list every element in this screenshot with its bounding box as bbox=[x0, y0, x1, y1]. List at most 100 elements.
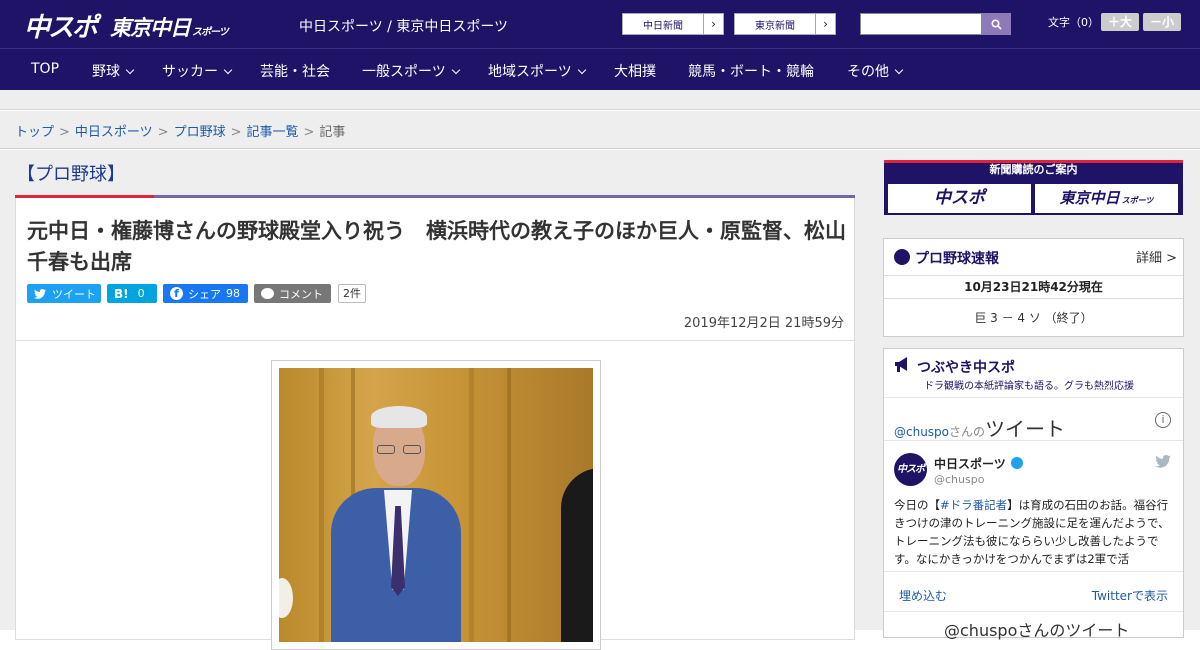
tweets-handle-link: @chuspo bbox=[894, 425, 950, 439]
info-icon[interactable]: i bbox=[1155, 412, 1171, 428]
breadcrumb-sep: > bbox=[230, 125, 242, 140]
subscription-banner[interactable]: 新聞購読のご案内 中スポ 東京中日 スポーツ bbox=[884, 160, 1183, 215]
nav-racing[interactable]: 競馬・ボート・競輪 bbox=[688, 61, 814, 81]
search-icon bbox=[991, 18, 1002, 30]
facebook-share-button[interactable]: f シェア 98 bbox=[163, 284, 248, 303]
main-nav: TOP 野球 サッカー 芸能・社会 一般スポーツ 地域スポーツ 大相撲 競馬・ボ… bbox=[0, 48, 1200, 90]
breadcrumb-chunichi-sports[interactable]: 中日スポーツ bbox=[75, 125, 153, 140]
breadcrumb-sep: > bbox=[157, 125, 169, 140]
tokyo-chunichi-logo-small: スポーツ bbox=[192, 27, 229, 38]
font-large-button[interactable]: ＋大 bbox=[1101, 13, 1139, 31]
subscribe-tokyo-chunichi-label: 東京中日 bbox=[1059, 189, 1120, 207]
breadcrumb-pro-baseball[interactable]: プロ野球 bbox=[174, 125, 226, 140]
hatena-button[interactable]: B! 0 bbox=[107, 284, 157, 303]
nav-other[interactable]: その他 bbox=[847, 61, 904, 81]
comment-button[interactable]: コメント bbox=[254, 284, 331, 303]
subscribe-tokyo-chunichi-small: スポーツ bbox=[1121, 196, 1154, 205]
tweet-text-pre: 今日の【 bbox=[894, 498, 940, 512]
comment-count-badge: 2件 bbox=[338, 284, 366, 303]
subscribe-chuspo-button[interactable]: 中スポ bbox=[888, 184, 1031, 213]
subscription-title: 新聞購読のご案内 bbox=[989, 163, 1078, 176]
nav-baseball[interactable]: 野球 bbox=[92, 61, 135, 81]
megaphone-icon bbox=[895, 357, 907, 372]
article-category: 【プロ野球】 bbox=[17, 164, 125, 185]
article-date: 2019年12月2日 21時59分 bbox=[683, 316, 844, 331]
chevron-down-icon bbox=[125, 65, 135, 75]
account-name-text: 中日スポーツ bbox=[934, 457, 1006, 471]
embed-link[interactable]: 埋め込む bbox=[899, 587, 947, 604]
tokyo-chunichi-logo[interactable]: 東京中日 スポーツ bbox=[110, 12, 229, 42]
ad-strip bbox=[0, 90, 1200, 110]
nav-local-sports[interactable]: 地域スポーツ bbox=[488, 61, 586, 81]
breadcrumb-sep: > bbox=[59, 125, 70, 140]
tsubuyaki-subtitle: ドラ観戦の本紙評論家も語る。グラも熱烈応援 bbox=[924, 381, 1134, 392]
nav-entertainment-label: 芸能・社会 bbox=[260, 64, 330, 80]
nav-local-sports-label: 地域スポーツ bbox=[488, 64, 572, 80]
tokyo-shimbun-link[interactable]: 東京新聞 › bbox=[734, 13, 836, 35]
account-handle[interactable]: @chuspo bbox=[934, 473, 984, 486]
nav-soccer[interactable]: サッカー bbox=[162, 61, 233, 81]
chunichi-shimbun-label: 中日新聞 bbox=[643, 20, 683, 32]
article-photo[interactable] bbox=[271, 360, 601, 650]
photo-image bbox=[279, 368, 593, 642]
score-time: 10月23日21時42分現在 bbox=[884, 275, 1183, 299]
site-header: 中スポ 東京中日 スポーツ 中日スポーツ / 東京中日スポーツ 中日新聞 › 東京新… bbox=[0, 0, 1200, 48]
chevron-right-icon: › bbox=[815, 14, 835, 34]
tweets-word: ツイート bbox=[985, 417, 1066, 441]
tweet-label: ツイート bbox=[52, 287, 96, 301]
nav-general-sports-label: 一般スポーツ bbox=[362, 64, 446, 80]
chuspo-logo[interactable]: 中スポ bbox=[24, 7, 98, 44]
breadcrumb-top[interactable]: トップ bbox=[15, 125, 54, 140]
tsubuyaki-title: つぶやき中スポ bbox=[917, 360, 1015, 376]
baseball-score-widget: プロ野球速報 詳細 > 10月23日21時42分現在 巨 3 － 4 ソ （終了… bbox=[883, 238, 1184, 337]
hashtag-link[interactable]: #ドラ番記者 bbox=[940, 498, 1007, 512]
nav-top[interactable]: TOP bbox=[31, 61, 59, 77]
nav-entertainment[interactable]: 芸能・社会 bbox=[260, 61, 330, 81]
font-small-button[interactable]: －小 bbox=[1143, 13, 1181, 31]
score-title: プロ野球速報 bbox=[915, 251, 999, 267]
facebook-share-label: シェア bbox=[188, 287, 221, 301]
tweet-button[interactable]: ツイート bbox=[27, 284, 101, 303]
tweets-footer-link[interactable]: @chuspoさんのツイート bbox=[944, 617, 1129, 641]
tokyo-chunichi-logo-text: 東京中日 bbox=[110, 16, 191, 40]
chevron-down-icon bbox=[223, 65, 233, 75]
breadcrumb-current: 記事 bbox=[319, 125, 346, 140]
search-input[interactable] bbox=[860, 13, 982, 35]
font-size-label: 文字（0） bbox=[1048, 16, 1099, 29]
hatena-count: 0 bbox=[137, 287, 145, 300]
score-detail-link[interactable]: 詳細 > bbox=[1136, 247, 1177, 266]
chevron-down-icon bbox=[577, 65, 586, 75]
twitter-bird-icon bbox=[1155, 455, 1171, 468]
nav-sumo-label: 大相撲 bbox=[614, 64, 656, 80]
chevron-down-icon bbox=[894, 65, 904, 75]
nav-top-label: TOP bbox=[31, 61, 60, 77]
nav-general-sports[interactable]: 一般スポーツ bbox=[362, 61, 460, 81]
score-result[interactable]: 巨 3 － 4 ソ （終了） bbox=[884, 309, 1183, 326]
site-name: 中日スポーツ / 東京中日スポーツ bbox=[299, 19, 509, 35]
breadcrumb-sep: > bbox=[303, 125, 315, 140]
tweets-header: @chuspoさんのツイート i bbox=[884, 397, 1183, 441]
breadcrumb: トップ > 中日スポーツ > プロ野球 > 記事一覧 > 記事 bbox=[0, 111, 1200, 149]
tweets-handle-suffix: さんの bbox=[949, 425, 986, 439]
facebook-icon: f bbox=[170, 287, 183, 300]
facebook-share-count: 98 bbox=[226, 287, 240, 300]
nav-sumo[interactable]: 大相撲 bbox=[614, 61, 656, 81]
article-body bbox=[15, 340, 855, 650]
search-button[interactable] bbox=[982, 13, 1011, 35]
chunichi-shimbun-link[interactable]: 中日新聞 › bbox=[622, 13, 724, 35]
twitter-widget: つぶやき中スポ ドラ観戦の本紙評論家も語る。グラも熱烈応援 @chuspoさんの… bbox=[883, 348, 1184, 641]
tokyo-shimbun-label: 東京新聞 bbox=[755, 20, 795, 32]
tweet-text: 今日の【#ドラ番記者】は育成の石田のお話。福谷行きつけの津のトレーニング施設に足… bbox=[894, 496, 1174, 566]
twitter-bird-icon bbox=[34, 288, 46, 299]
account-name[interactable]: 中日スポーツ bbox=[934, 455, 1023, 472]
comment-bubble-icon bbox=[261, 288, 274, 299]
divider bbox=[884, 611, 1183, 612]
avatar[interactable]: 中スポ bbox=[894, 453, 927, 486]
tweets-handle[interactable]: @chuspoさんのツイート bbox=[894, 413, 1065, 442]
nav-soccer-label: サッカー bbox=[162, 64, 218, 80]
verified-badge-icon bbox=[1010, 457, 1023, 469]
subscribe-tokyo-chunichi-button[interactable]: 東京中日 スポーツ bbox=[1035, 184, 1178, 213]
breadcrumb-article-list[interactable]: 記事一覧 bbox=[247, 125, 299, 140]
view-on-twitter-link[interactable]: Twitterで表示 bbox=[1092, 587, 1168, 604]
comment-label: コメント bbox=[279, 287, 323, 301]
